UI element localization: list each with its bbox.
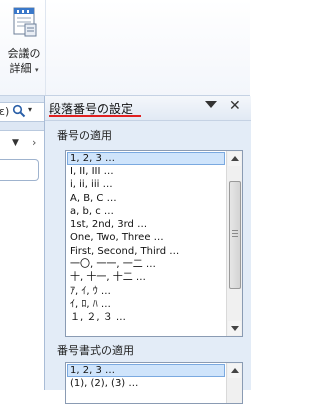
grip-line [232,233,238,234]
scroll-up-button[interactable] [228,152,241,166]
list-item[interactable]: One, Two, Three … [66,231,226,244]
grip-line [232,230,238,231]
meeting-details-button[interactable]: 会議の 詳細 ▾ [2,4,44,76]
ribbon-separator [45,0,46,95]
left-panel-field[interactable] [0,159,39,181]
list-item[interactable]: 1, 2, 3 … [67,364,225,377]
list-item[interactable]: i, ii, iii … [66,178,226,191]
scrollbar-thumb[interactable] [229,181,241,289]
list-item[interactable]: A, B, C … [66,192,226,205]
list-item[interactable]: a, b, c … [66,205,226,218]
format-vertical-scrollbar[interactable] [226,363,242,403]
search-icon[interactable] [12,104,26,118]
meeting-details-icon [13,7,37,37]
list-item[interactable]: 1, 2, 3 … [67,152,225,165]
search-dropdown-icon[interactable]: ▾ [28,105,32,114]
pane-header: 段落番号の設定 ✕ [45,96,251,121]
list-item[interactable]: 十, 十一, 十二 … [66,271,226,284]
list-item[interactable]: 一〇, 一一, 一二 … [66,258,226,271]
apply-format-label: 番号書式の適用 [57,344,134,357]
grip-line [232,236,238,237]
expand-arrow-icon[interactable]: › [32,136,36,149]
list-item[interactable]: １, ２, ３ … [66,311,226,324]
list-item[interactable]: I, II, III … [66,165,226,178]
collapse-chevron-icon[interactable]: ▼ [12,138,19,148]
close-icon[interactable]: ✕ [229,98,241,114]
scroll-down-button[interactable] [228,321,241,335]
number-format-list[interactable]: 1, 2, 3 … (1), (2), (3) … [65,362,243,404]
number-style-items: 1, 2, 3 … I, II, III … i, ii, iii … A, B, C… [66,151,226,325]
number-style-list[interactable]: 1, 2, 3 … I, II, III … i, ii, iii … A, B, C… [65,150,243,337]
list-item[interactable]: (1), (2), (3) … [66,377,226,390]
pane-menu-dropdown-icon[interactable] [205,101,217,108]
left-panel: ▼ › [0,130,44,391]
left-search-text: ε) [0,105,10,118]
meeting-details-label: 会議の 詳細 ▾ [7,47,41,75]
list-item[interactable]: ｲ, ﾛ, ﾊ … [66,298,226,311]
left-navigation-strip: ε) ▾ ▼ › [0,96,44,391]
arrow-up-icon [231,368,239,373]
format-scroll-up-button[interactable] [228,364,241,378]
list-item[interactable]: ｱ, ｲ, ｳ … [66,285,226,298]
arrow-up-icon [231,156,239,161]
list-item[interactable]: 1st, 2nd, 3rd … [66,218,226,231]
arrow-down-icon [231,326,239,331]
title-underline [49,115,141,117]
chevron-down-icon: ▾ [34,66,39,74]
number-format-items: 1, 2, 3 … (1), (2), (3) … [66,363,226,390]
list-item[interactable]: First, Second, Third … [66,245,226,258]
ribbon: 会議の 詳細 ▾ [0,0,250,96]
left-search-bar[interactable]: ε) ▾ [0,102,44,122]
vertical-scrollbar[interactable] [226,151,242,336]
numbering-task-pane: 段落番号の設定 ✕ 番号の適用 1, 2, 3 … I, II, III … i, … [44,96,251,404]
apply-number-label: 番号の適用 [57,129,112,142]
